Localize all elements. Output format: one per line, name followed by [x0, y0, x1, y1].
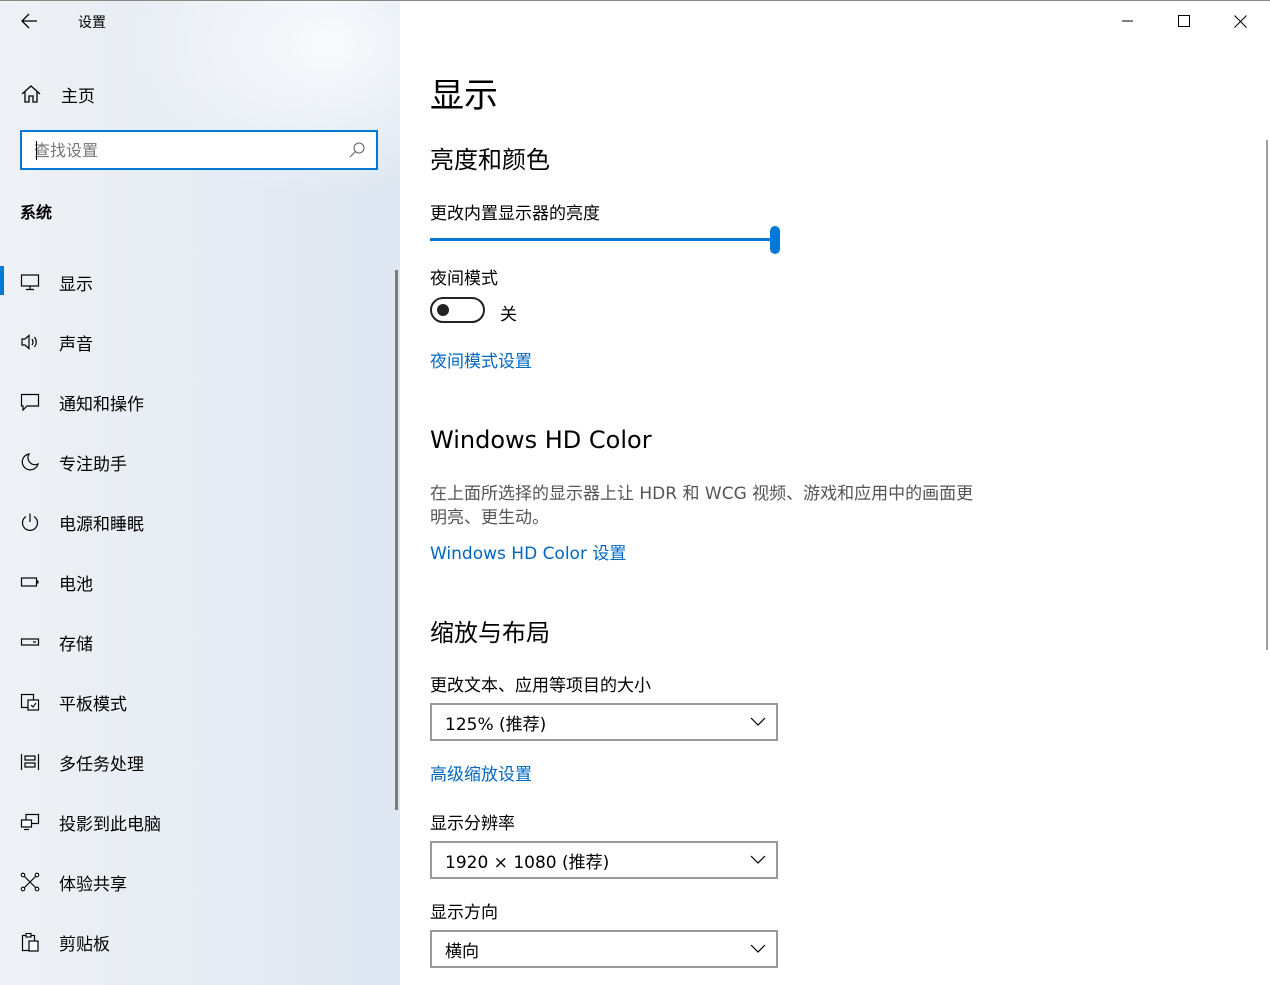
- resolution-dropdown[interactable]: 1920 × 1080 (推荐): [430, 841, 778, 879]
- sidebar-item-label: 电源和睡眠: [59, 514, 144, 535]
- project-icon: [20, 813, 40, 831]
- hdr-settings-link[interactable]: Windows HD Color 设置: [430, 539, 626, 564]
- speaker-icon: [21, 334, 37, 350]
- night-light-state: 关: [500, 305, 517, 325]
- storage-icon: [20, 638, 40, 646]
- hdr-description-line1: 在上面所选择的显示器上让 HDR 和 WCG 视频、游戏和应用中的画面更: [430, 484, 974, 504]
- main-scrollbar[interactable]: [1266, 140, 1268, 650]
- clipboard-icon: [21, 932, 39, 952]
- resolution-label: 显示分辨率: [430, 814, 515, 834]
- home-icon: [21, 85, 41, 103]
- hdr-description-line2: 明亮、更生动。: [430, 508, 549, 528]
- settings-window: 设置 主页 系统 显示: [0, 0, 1270, 985]
- maximize-button[interactable]: [1156, 0, 1212, 42]
- orientation-label: 显示方向: [430, 903, 498, 923]
- sidebar-item-multitasking[interactable]: 多任务处理: [0, 732, 390, 792]
- brightness-slider[interactable]: [430, 226, 780, 256]
- sidebar-item-power[interactable]: 电源和睡眠: [0, 492, 390, 552]
- moon-icon: [21, 453, 39, 471]
- sidebar-item-focus-assist[interactable]: 专注助手: [0, 432, 390, 492]
- orientation-value: 横向: [445, 941, 479, 962]
- sidebar-item-sound[interactable]: 声音: [0, 312, 390, 372]
- night-light-label: 夜间模式: [430, 269, 498, 289]
- sidebar-item-tablet-mode[interactable]: 平板模式: [0, 672, 390, 732]
- sidebar-item-home[interactable]: 主页: [20, 82, 95, 107]
- sidebar: 设置 主页 系统 显示: [0, 0, 400, 985]
- slider-thumb[interactable]: [770, 226, 780, 254]
- sidebar-item-label: 平板模式: [59, 694, 127, 715]
- sidebar-item-storage[interactable]: 存储: [0, 612, 390, 672]
- hdr-heading: Windows HD Color: [430, 426, 652, 454]
- back-button[interactable]: [18, 9, 44, 33]
- main-content: 显示 亮度和颜色 更改内置显示器的亮度 夜间模式 关 夜间模式设置 Window…: [400, 0, 1270, 985]
- page-title: 显示: [430, 76, 498, 116]
- back-arrow-icon: [21, 13, 37, 29]
- sidebar-item-project[interactable]: 投影到此电脑: [0, 792, 390, 852]
- sidebar-item-label: 存储: [59, 634, 93, 655]
- minimize-button[interactable]: [1100, 0, 1156, 42]
- search-icon[interactable]: [348, 141, 366, 159]
- power-icon: [21, 513, 39, 531]
- slider-track: [430, 238, 774, 241]
- scale-label: 更改文本、应用等项目的大小: [430, 676, 651, 696]
- brightness-label: 更改内置显示器的亮度: [430, 204, 600, 224]
- sidebar-item-label: 多任务处理: [59, 754, 144, 775]
- share-icon: [20, 872, 40, 892]
- orientation-dropdown[interactable]: 横向: [430, 930, 778, 968]
- hdr-description: 在上面所选择的显示器上让 HDR 和 WCG 视频、游戏和应用中的画面更 明亮、…: [430, 482, 990, 530]
- text-caret: [36, 141, 37, 160]
- monitor-icon: [20, 274, 40, 291]
- scale-dropdown[interactable]: 125% (推荐): [430, 703, 778, 741]
- tablet-mode-icon: [20, 693, 40, 711]
- scale-value: 125% (推荐): [445, 714, 547, 735]
- sidebar-item-label: 通知和操作: [59, 394, 144, 415]
- chevron-down-icon: [750, 717, 766, 726]
- sidebar-scrollbar[interactable]: [395, 270, 398, 810]
- sidebar-item-shared-experiences[interactable]: 体验共享: [0, 852, 390, 912]
- window-border: [0, 0, 1270, 1]
- chevron-down-icon: [750, 944, 766, 953]
- sidebar-item-label: 电池: [59, 574, 93, 595]
- chevron-down-icon: [750, 855, 766, 864]
- close-icon: [1233, 14, 1247, 28]
- sidebar-item-notifications[interactable]: 通知和操作: [0, 372, 390, 432]
- minimize-icon: [1122, 20, 1133, 22]
- sidebar-item-label: 专注助手: [59, 454, 127, 475]
- night-light-toggle[interactable]: [430, 297, 485, 323]
- search-box[interactable]: [20, 130, 378, 170]
- home-label: 主页: [61, 86, 95, 107]
- brightness-heading: 亮度和颜色: [430, 146, 550, 174]
- resolution-value: 1920 × 1080 (推荐): [445, 852, 610, 873]
- sidebar-item-label: 投影到此电脑: [59, 814, 161, 835]
- notification-icon: [20, 393, 40, 412]
- sidebar-item-label: 体验共享: [59, 874, 127, 895]
- maximize-icon: [1178, 15, 1190, 27]
- section-title: 系统: [20, 203, 53, 222]
- sidebar-item-label: 显示: [59, 274, 93, 295]
- sidebar-item-label: 剪贴板: [59, 934, 110, 955]
- search-input[interactable]: [34, 132, 334, 168]
- battery-icon: [20, 577, 39, 587]
- scale-heading: 缩放与布局: [430, 619, 550, 647]
- night-light-settings-link[interactable]: 夜间模式设置: [430, 347, 532, 372]
- sidebar-item-label: 声音: [59, 334, 93, 355]
- close-button[interactable]: [1212, 0, 1268, 42]
- advanced-scaling-link[interactable]: 高级缩放设置: [430, 760, 532, 785]
- sidebar-item-display[interactable]: 显示: [0, 252, 390, 312]
- sidebar-item-battery[interactable]: 电池: [0, 552, 390, 612]
- multitasking-icon: [20, 754, 40, 770]
- toggle-knob: [437, 304, 449, 316]
- sidebar-item-clipboard[interactable]: 剪贴板: [0, 912, 390, 972]
- app-title: 设置: [78, 15, 106, 31]
